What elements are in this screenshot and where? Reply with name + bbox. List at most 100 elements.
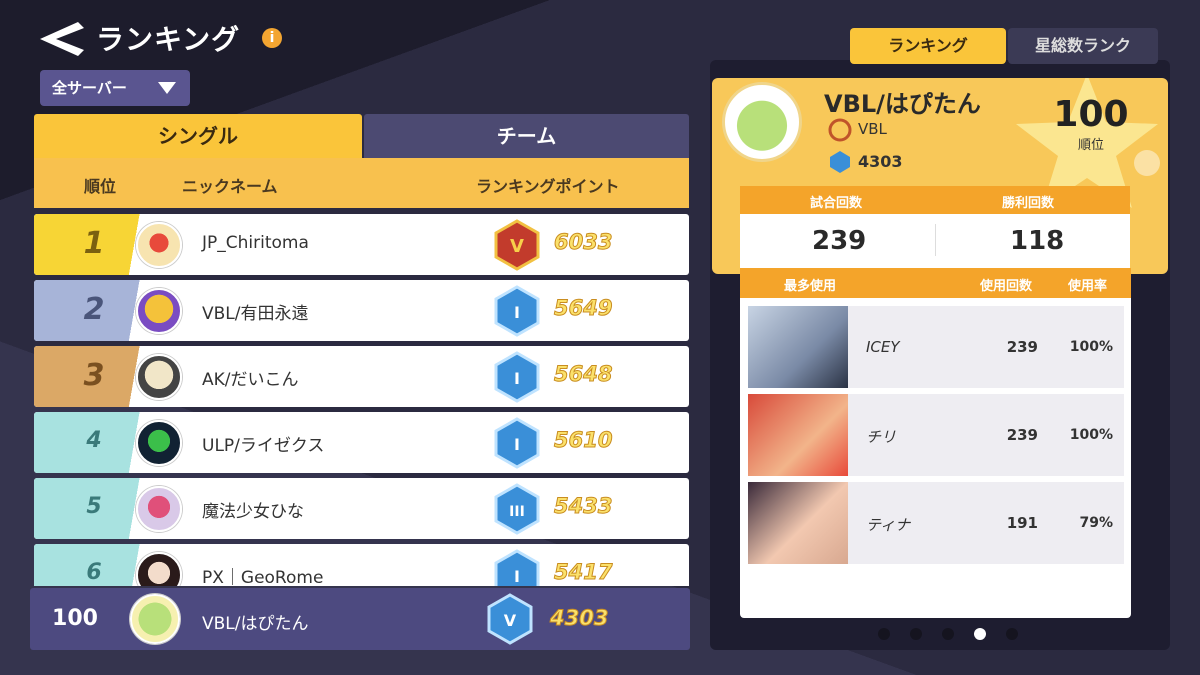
rank-badge-icon: I — [494, 549, 540, 586]
count-label: 使用回数 — [980, 279, 1033, 294]
hero-row[interactable]: チリ 239 100% — [748, 394, 1124, 476]
rank-badge-icon: I — [494, 417, 540, 469]
ranking-points: 5433 — [553, 494, 613, 519]
chevron-down-icon — [158, 82, 176, 94]
page-dot[interactable] — [878, 628, 890, 640]
ranking-row[interactable]: 1 JP_Chiritoma V 6033 — [34, 214, 689, 275]
nickname: ULP/ライゼクス — [202, 436, 325, 456]
profile-avatar — [722, 82, 802, 162]
own-rank-number: 100 — [52, 606, 98, 631]
stats-box: 試合回数 勝利回数 239 118 — [740, 186, 1130, 268]
rank-number: 3 — [83, 358, 105, 393]
hero-count: 239 — [1006, 426, 1038, 444]
tab-team[interactable]: チーム — [364, 114, 689, 158]
ranking-points: 5648 — [553, 362, 613, 387]
tab-ranking[interactable]: ランキング — [850, 28, 1006, 64]
profile-points: 4303 — [858, 152, 903, 171]
divider — [935, 224, 936, 256]
avatar — [136, 552, 182, 586]
rank-number: 2 — [83, 292, 105, 327]
column-header: 順位 ニックネーム ランキングポイント — [34, 158, 689, 208]
hero-rate: 100% — [1069, 427, 1113, 443]
ranking-row[interactable]: 2 VBL/有田永遠 I 5649 — [34, 280, 689, 341]
rank-badge-icon: III — [494, 483, 540, 535]
ranking-row[interactable]: 4 ULP/ライゼクス I 5610 — [34, 412, 689, 473]
page-title: ランキング — [96, 23, 241, 56]
nickname: 魔法少女ひな — [202, 502, 304, 522]
team-logo-icon — [828, 118, 852, 142]
hero-portrait — [748, 482, 848, 564]
ranking-points: 6033 — [553, 230, 613, 255]
hero-row[interactable]: ティナ 191 79% — [748, 482, 1124, 564]
hero-rate: 100% — [1069, 339, 1113, 355]
rank-badge-icon — [830, 151, 850, 173]
avatar — [136, 420, 182, 466]
avatar — [136, 354, 182, 400]
ranking-row[interactable]: 3 AK/だいこん I 5648 — [34, 346, 689, 407]
hero-row[interactable]: ICEY 239 100% — [748, 306, 1124, 388]
hero-rate: 79% — [1079, 515, 1113, 531]
wins-label: 勝利回数 — [1002, 196, 1055, 211]
hero-count: 239 — [1006, 338, 1038, 356]
page-dot-active[interactable] — [974, 628, 986, 640]
profile-team: VBL — [858, 120, 887, 138]
tab-star-total-rank[interactable]: 星総数ランク — [1008, 28, 1158, 64]
wins-value: 118 — [1010, 226, 1065, 256]
tab-single[interactable]: シングル — [34, 114, 362, 158]
hero-portrait — [748, 394, 848, 476]
back-arrow-icon[interactable] — [38, 20, 84, 58]
nickname: AK/だいこん — [202, 370, 299, 390]
svg-text:III: III — [509, 504, 525, 520]
svg-text:I: I — [514, 567, 520, 586]
own-ranking-row[interactable]: 100 VBL/はぴたん V 4303 — [30, 588, 690, 650]
rank-badge-icon: V — [487, 593, 533, 645]
most-used-box: 最多使用 使用回数 使用率 ICEY 239 100% チリ 239 100% … — [740, 268, 1131, 618]
column-points: ランキングポイント — [476, 177, 620, 196]
rate-label: 使用率 — [1068, 279, 1108, 294]
avatar — [136, 486, 182, 532]
rank-badge-icon: V — [494, 219, 540, 271]
server-select[interactable]: 全サーバー — [40, 70, 190, 106]
profile-rank-unit: 順位 — [1077, 138, 1104, 153]
share-icon[interactable] — [1134, 150, 1160, 176]
page-dot[interactable] — [942, 628, 954, 640]
svg-text:I: I — [514, 369, 520, 388]
avatar — [136, 222, 182, 268]
nickname: PX｜GeoRome — [202, 568, 324, 586]
column-nickname: ニックネーム — [182, 177, 278, 196]
hero-name: チリ — [866, 428, 897, 446]
matches-label: 試合回数 — [810, 196, 863, 211]
profile-name: VBL/はぴたん — [824, 90, 981, 118]
rank-number: 6 — [86, 560, 102, 585]
nickname: JP_Chiritoma — [202, 233, 309, 253]
hero-name: ICEY — [866, 338, 900, 356]
nickname: VBL/有田永遠 — [202, 304, 309, 324]
rank-number: 5 — [86, 494, 102, 519]
rank-number: 1 — [83, 226, 105, 261]
hero-portrait — [748, 306, 848, 388]
most-used-label: 最多使用 — [784, 279, 837, 294]
page-dot[interactable] — [1006, 628, 1018, 640]
server-select-label: 全サーバー — [52, 79, 127, 97]
stats-header: 試合回数 勝利回数 — [740, 186, 1130, 214]
ranking-row[interactable]: 6 PX｜GeoRome I 5417 — [34, 544, 689, 586]
hero-count: 191 — [1006, 514, 1038, 532]
info-icon[interactable]: i — [262, 28, 282, 48]
avatar — [136, 288, 182, 334]
rank-badge-icon: I — [494, 285, 540, 337]
svg-text:I: I — [514, 435, 520, 454]
ranking-points: 5649 — [553, 296, 613, 321]
rank-number: 4 — [86, 428, 102, 453]
ranking-points: 5610 — [553, 428, 613, 453]
ranking-list[interactable]: 1 JP_Chiritoma V 6033 2 VBL/有田永遠 I 5649 … — [34, 214, 689, 586]
own-nickname: VBL/はぴたん — [202, 614, 309, 634]
hero-name: ティナ — [866, 516, 911, 534]
column-rank: 順位 — [84, 177, 117, 196]
ranking-points: 5417 — [553, 560, 613, 585]
svg-text:V: V — [510, 236, 524, 257]
profile-rank: 100 — [1053, 94, 1129, 135]
svg-text:I: I — [514, 303, 520, 322]
rank-badge-icon: I — [494, 351, 540, 403]
page-dot[interactable] — [910, 628, 922, 640]
ranking-row[interactable]: 5 魔法少女ひな III 5433 — [34, 478, 689, 539]
